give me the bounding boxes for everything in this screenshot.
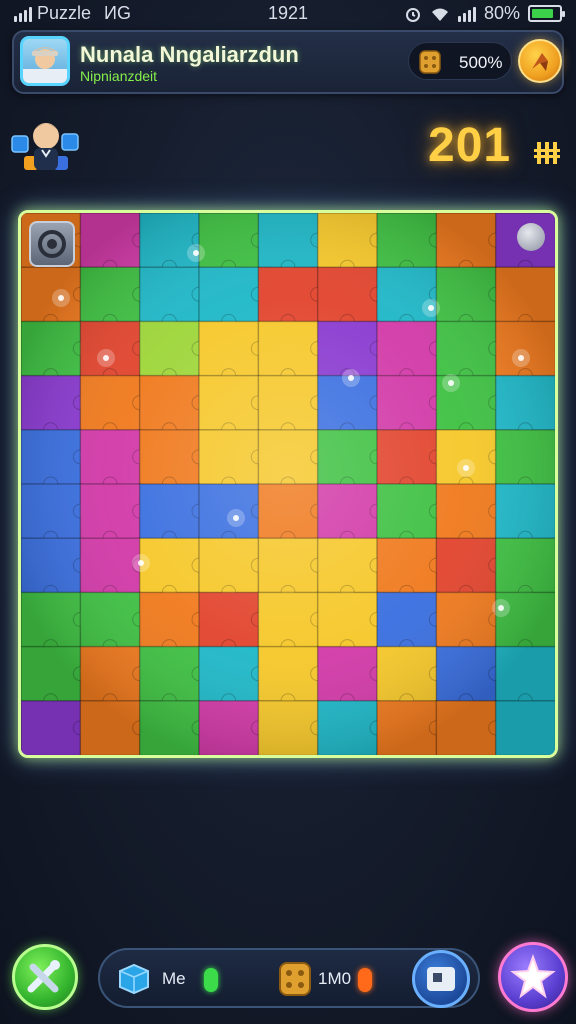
sparkle-glow — [457, 459, 475, 477]
sparkle-glow — [422, 299, 440, 317]
coin-icon — [419, 50, 441, 74]
coin-label: 1М0 — [318, 969, 352, 988]
play-button[interactable] — [12, 944, 78, 1010]
sparkle-glow — [512, 349, 530, 367]
battery-level — [532, 9, 553, 18]
player-badge[interactable] — [10, 112, 82, 180]
profile-name: Nunala Nngaliarzdun — [80, 42, 299, 67]
coin-counter[interactable]: 500% — [408, 42, 512, 80]
photo-icon — [427, 967, 455, 991]
sparkle-glow — [187, 244, 205, 262]
settings-button[interactable] — [29, 221, 75, 267]
pin-icon[interactable] — [517, 223, 545, 251]
sparkle-glow — [442, 374, 460, 392]
sparkle-glow — [492, 599, 510, 617]
profile-subtitle: Nipnianzdeit — [80, 68, 158, 84]
piece-label: Me — [162, 969, 186, 988]
sparkle-glow — [97, 349, 115, 367]
puzzle-board[interactable] — [18, 210, 558, 758]
sparkle-glow — [132, 554, 150, 572]
bottom-bar: Me 1М0 — [0, 936, 576, 1024]
tools-icon — [27, 960, 60, 993]
status-bar: Puzzle ИG 1921 80% — [0, 0, 576, 26]
puzzle-grid[interactable] — [21, 213, 555, 755]
shop-icon — [532, 53, 548, 71]
star-icon — [510, 954, 556, 999]
battery-icon — [528, 5, 565, 22]
timer-display: 201 — [428, 119, 512, 172]
status-right: 80% — [404, 3, 565, 24]
shop-button[interactable] — [518, 39, 562, 83]
player-badge-icon — [11, 123, 79, 170]
piece-indicator — [204, 968, 218, 992]
coin-indicator — [358, 968, 372, 992]
signal-strength-icon — [457, 6, 476, 22]
sparkle-glow — [342, 369, 360, 387]
star-button[interactable] — [498, 942, 568, 1012]
wifi-icon — [431, 8, 448, 21]
battery-text: 80% — [483, 3, 520, 23]
sparkle-glow — [52, 289, 70, 307]
profile-header: Nunala Nngaliarzdun Nipnianzdeit 500% — [12, 30, 564, 94]
coin-icon — [279, 962, 311, 996]
puzzle-piece-icon — [119, 963, 149, 995]
settings-icon — [38, 230, 66, 258]
board-glow — [21, 213, 555, 755]
avatar[interactable] — [20, 36, 70, 86]
pause-icon[interactable] — [534, 140, 560, 166]
alarm-icon — [405, 7, 420, 22]
photo-button[interactable] — [412, 950, 470, 1008]
coin-value: 500% — [459, 53, 503, 72]
sparkle-glow — [227, 509, 245, 527]
avatar-portrait — [23, 47, 67, 83]
